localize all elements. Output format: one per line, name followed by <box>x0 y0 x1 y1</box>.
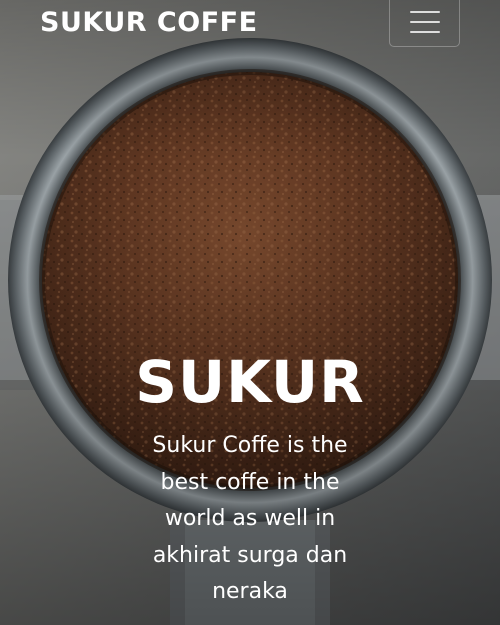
menu-toggle-button[interactable] <box>389 0 460 47</box>
hero-description: Sukur Coffe is the best coffe in the wor… <box>152 433 348 604</box>
brand-logo-link[interactable]: SUKUR COFFE <box>40 5 258 41</box>
landing-page: SUKUR COFFE SUKUR Sukur Coffe is the bes… <box>0 0 500 625</box>
hero-title: SUKUR <box>135 348 365 416</box>
navbar: SUKUR COFFE <box>0 0 500 50</box>
